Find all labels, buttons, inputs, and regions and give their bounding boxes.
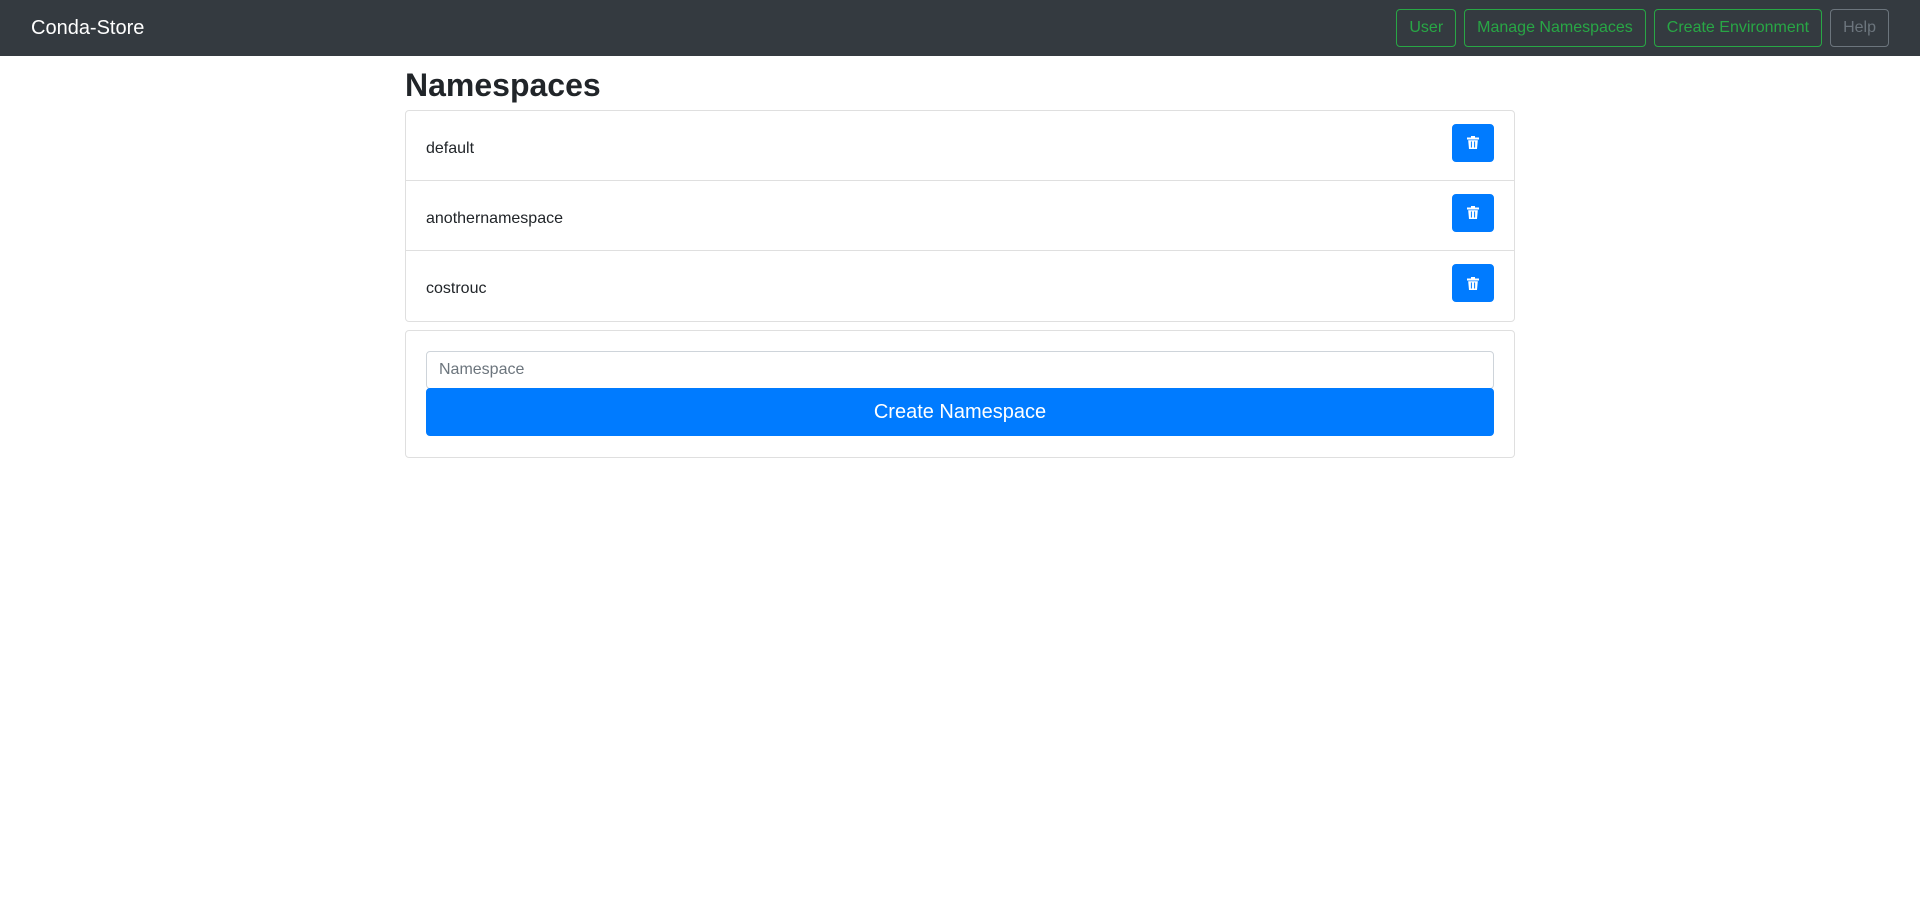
- namespace-list-item: default: [406, 111, 1514, 181]
- namespace-list-item: anothernamespace: [406, 181, 1514, 251]
- namespace-name: costrouc: [426, 280, 487, 297]
- namespace-list-item: costrouc: [406, 251, 1514, 321]
- top-navbar: Conda-Store User Manage Namespaces Creat…: [0, 0, 1920, 56]
- trash-icon: [1467, 136, 1479, 149]
- main-content: Namespaces default anothernamespace cost…: [405, 56, 1515, 458]
- delete-namespace-button[interactable]: [1452, 123, 1494, 162]
- user-button[interactable]: User: [1396, 9, 1457, 47]
- create-namespace-button[interactable]: Create Namespace: [426, 388, 1494, 436]
- manage-namespaces-button[interactable]: Manage Namespaces: [1464, 9, 1646, 47]
- namespace-name: default: [426, 139, 475, 157]
- namespace-input[interactable]: [426, 351, 1494, 389]
- namespace-list: default anothernamespace costrouc: [405, 110, 1515, 322]
- trash-icon: [1467, 206, 1479, 219]
- namespace-name: anothernamespace: [426, 209, 563, 227]
- help-button[interactable]: Help: [1830, 9, 1889, 47]
- create-environment-button[interactable]: Create Environment: [1653, 9, 1823, 47]
- trash-icon: [1467, 276, 1479, 290]
- brand-link[interactable]: Conda-Store: [31, 14, 144, 42]
- delete-namespace-button[interactable]: [1452, 264, 1494, 302]
- nav-button-group: User Manage Namespaces Create Environmen…: [1388, 9, 1889, 47]
- create-namespace-card: Create Namespace: [405, 330, 1515, 458]
- page-title: Namespaces: [405, 67, 601, 103]
- delete-namespace-button[interactable]: [1452, 193, 1494, 232]
